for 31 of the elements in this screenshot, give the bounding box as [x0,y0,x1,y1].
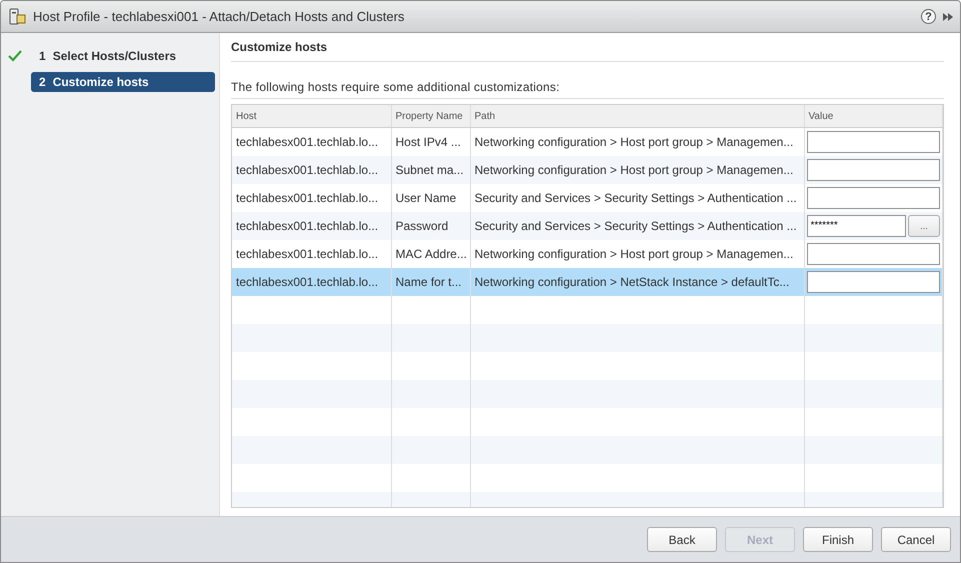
browse-button[interactable]: ... [908,214,940,236]
value-field[interactable] [806,130,940,153]
table-cell: Password [391,212,470,240]
table-cell: techlabesx001.techlab.lo... [232,268,391,296]
table-cell: Subnet ma... [391,156,470,184]
page-heading: Customize hosts [231,33,944,62]
wizard-button[interactable]: Back [647,527,717,552]
host-profile-icon [9,8,27,26]
value-field[interactable] [806,242,940,264]
table-cell: Security and Services > Security Settings > Authentication ... [470,212,804,240]
wizard-step[interactable]: 1 Select Hosts/Clusters [31,46,215,66]
table-cell: Name for t... [391,268,470,296]
table-cell: Networking configuration > NetStack Instance > defaultTc... [470,268,804,296]
value-field[interactable] [806,270,940,292]
expand-icon[interactable] [942,12,954,22]
window-title: Host Profile - techlabesxi001 - Attach/Detach Hosts and Clusters [33,9,406,24]
column-header[interactable]: Path [470,105,804,128]
table-cell: techlabesx001.techlab.lo... [232,212,391,240]
column-header[interactable]: Host [232,105,391,128]
wizard-button[interactable]: Finish [803,527,873,552]
description-text: The following hosts require some additional customizations: [231,80,944,99]
column-header[interactable]: Property Name [391,105,470,128]
wizard-button[interactable]: Cancel [881,527,951,552]
wizard-step[interactable]: 2 Customize hosts [31,72,215,92]
table-cell: techlabesx001.techlab.lo... [232,156,391,184]
value-field[interactable] [806,186,940,208]
help-button[interactable]: ? [921,9,936,24]
column-header[interactable]: Value [804,105,942,128]
table-cell: Networking configuration > Host port group > Managemen... [470,156,804,184]
value-field[interactable] [806,158,940,180]
password-field[interactable]: ******* [806,214,906,236]
